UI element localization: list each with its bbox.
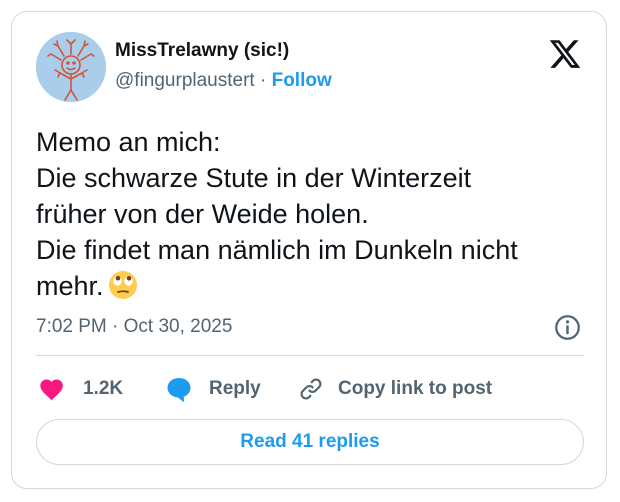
tweet-text: Memo an mich: Die schwarze Stute in der … xyxy=(36,124,596,309)
like-button[interactable]: 1.2K xyxy=(39,374,123,404)
read-replies-label: Read 41 replies xyxy=(240,431,380,452)
tweet-last-line: mehr. xyxy=(36,268,596,309)
tweet-line: Die findet man nämlich im Dunkeln nicht xyxy=(36,235,518,265)
copy-link-label: Copy link to post xyxy=(338,378,493,399)
tweet-line: früher von der Weide holen. xyxy=(36,199,369,229)
speech-bubble-icon xyxy=(167,378,191,402)
avatar[interactable] xyxy=(36,32,106,102)
read-replies-button[interactable]: Read 41 replies xyxy=(36,419,584,465)
tweet-card: MissTrelawny (sic!) @fingurplaustert · F… xyxy=(11,11,607,489)
follow-button[interactable]: Follow xyxy=(272,70,332,91)
author-name[interactable]: MissTrelawny (sic!) xyxy=(115,40,289,62)
tweet-line: mehr. xyxy=(36,271,104,301)
like-count: 1.2K xyxy=(83,378,124,399)
reply-button[interactable]: Reply xyxy=(165,374,261,404)
copy-link-button[interactable]: Copy link to post xyxy=(298,374,492,404)
author-handle-line: @fingurplaustert · Follow xyxy=(115,70,332,92)
info-icon[interactable] xyxy=(554,314,581,341)
x-logo-icon[interactable] xyxy=(548,37,582,71)
link-icon xyxy=(300,378,322,400)
tweet-timestamp[interactable]: 7:02 PM · Oct 30, 2025 xyxy=(36,316,232,338)
tweet-line: Memo an mich: xyxy=(36,127,221,157)
reply-label: Reply xyxy=(209,378,261,399)
author-handle[interactable]: @fingurplaustert xyxy=(115,70,255,91)
separator-dot: · xyxy=(259,70,267,91)
avatar-drawing xyxy=(36,32,106,102)
rolling-eyes-emoji-icon xyxy=(108,270,138,309)
tweet-line: Die schwarze Stute in der Winterzeit xyxy=(36,163,472,193)
heart-icon xyxy=(40,379,63,401)
divider xyxy=(36,355,584,356)
